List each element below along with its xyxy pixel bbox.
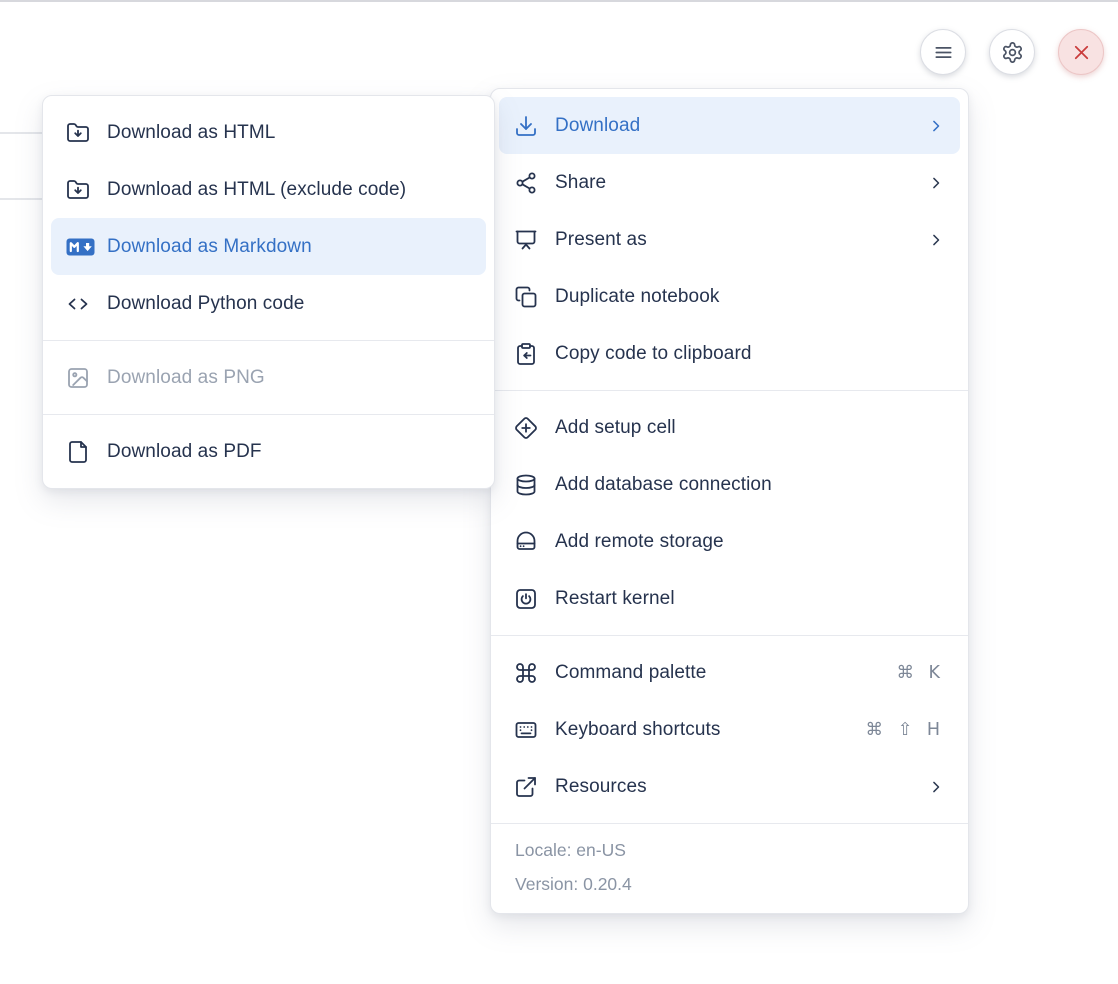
command-icon bbox=[514, 661, 538, 685]
menu-item-label: Resources bbox=[555, 776, 926, 798]
window-top-border bbox=[0, 0, 1118, 2]
submenu-item-download-as-png: Download as PNG bbox=[51, 349, 486, 406]
chevron-right-icon bbox=[926, 116, 946, 136]
menu-item-label: Duplicate notebook bbox=[555, 286, 946, 308]
code-icon bbox=[66, 292, 90, 316]
menu-item-label: Add remote storage bbox=[555, 531, 946, 553]
menu-item-share[interactable]: Share bbox=[499, 154, 960, 211]
menu-item-label: Download as HTML (exclude code) bbox=[107, 179, 472, 201]
menu-section: Download as PNG bbox=[43, 341, 494, 414]
diamond-plus-icon bbox=[514, 416, 538, 440]
chevron-right-icon bbox=[926, 173, 946, 193]
shortcut-hint: ⌘ ⇧ H bbox=[866, 720, 940, 740]
menu-item-command-palette[interactable]: Command palette⌘ K bbox=[499, 644, 960, 701]
duplicate-icon bbox=[514, 285, 538, 309]
gear-icon bbox=[1001, 41, 1024, 64]
menu-item-present-as[interactable]: Present as bbox=[499, 211, 960, 268]
external-link-icon bbox=[514, 775, 538, 799]
menu-item-label: Keyboard shortcuts bbox=[555, 719, 866, 741]
footer-info-1: Version: 0.20.4 bbox=[515, 867, 944, 901]
menu-section: Download as HTML Download as HTML (exclud… bbox=[43, 96, 494, 340]
menu-button[interactable] bbox=[920, 29, 966, 75]
chevron-right-icon bbox=[926, 777, 946, 797]
menu-item-label: Restart kernel bbox=[555, 588, 946, 610]
menu-item-keyboard-shortcuts[interactable]: Keyboard shortcuts⌘ ⇧ H bbox=[499, 701, 960, 758]
presentation-icon bbox=[514, 228, 538, 252]
menu-item-label: Download as Markdown bbox=[107, 236, 472, 258]
hard-drive-icon bbox=[514, 530, 538, 554]
menu-section: Download as PDF bbox=[43, 415, 494, 488]
submenu-item-download-as-markdown[interactable]: Download as Markdown bbox=[51, 218, 486, 275]
submenu-item-download-as-html-exclude-code[interactable]: Download as HTML (exclude code) bbox=[51, 161, 486, 218]
floating-toolbar bbox=[920, 29, 1104, 75]
menu-item-duplicate-notebook[interactable]: Duplicate notebook bbox=[499, 268, 960, 325]
close-icon bbox=[1070, 41, 1093, 64]
menu-item-add-database-connection[interactable]: Add database connection bbox=[499, 456, 960, 513]
folder-down-icon bbox=[66, 121, 90, 145]
page-underlay-line-1 bbox=[0, 132, 42, 134]
database-icon bbox=[514, 473, 538, 497]
footer-info-0: Locale: en-US bbox=[515, 833, 944, 867]
file-icon bbox=[66, 440, 90, 464]
menu-section: Download Share Present as Duplicate noteboo… bbox=[491, 89, 968, 390]
image-icon bbox=[66, 366, 90, 390]
menu-item-label: Download as PNG bbox=[107, 367, 472, 389]
menu-item-label: Share bbox=[555, 172, 926, 194]
menu-item-add-remote-storage[interactable]: Add remote storage bbox=[499, 513, 960, 570]
menu-section: Add setup cell Add database connection Add… bbox=[491, 391, 968, 635]
markdown-icon bbox=[66, 235, 95, 259]
menu-item-download[interactable]: Download bbox=[499, 97, 960, 154]
keyboard-icon bbox=[514, 718, 538, 742]
close-button[interactable] bbox=[1058, 29, 1104, 75]
menu-item-label: Download Python code bbox=[107, 293, 472, 315]
submenu-item-download-as-pdf[interactable]: Download as PDF bbox=[51, 423, 486, 480]
page-underlay-line-2 bbox=[0, 198, 42, 200]
power-icon bbox=[514, 587, 538, 611]
menu-section: Command palette⌘ KKeyboard shortcuts⌘ ⇧ … bbox=[491, 636, 968, 823]
download-icon bbox=[514, 114, 538, 138]
menu-item-label: Add database connection bbox=[555, 474, 946, 496]
submenu-item-download-python-code[interactable]: Download Python code bbox=[51, 275, 486, 332]
download-submenu: Download as HTML Download as HTML (exclud… bbox=[42, 95, 495, 489]
folder-down-icon bbox=[66, 178, 90, 202]
shortcut-hint: ⌘ K bbox=[896, 663, 940, 683]
notebook-actions-menu: Download Share Present as Duplicate noteboo… bbox=[490, 88, 969, 914]
menu-item-copy-code-to-clipboard[interactable]: Copy code to clipboard bbox=[499, 325, 960, 382]
submenu-item-download-as-html[interactable]: Download as HTML bbox=[51, 104, 486, 161]
menu-item-restart-kernel[interactable]: Restart kernel bbox=[499, 570, 960, 627]
menu-item-resources[interactable]: Resources bbox=[499, 758, 960, 815]
settings-button[interactable] bbox=[989, 29, 1035, 75]
hamburger-icon bbox=[932, 41, 955, 64]
chevron-right-icon bbox=[926, 230, 946, 250]
menu-item-label: Download as HTML bbox=[107, 122, 472, 144]
menu-item-label: Add setup cell bbox=[555, 417, 946, 439]
menu-item-add-setup-cell[interactable]: Add setup cell bbox=[499, 399, 960, 456]
menu-item-label: Download as PDF bbox=[107, 441, 472, 463]
share-icon bbox=[514, 171, 538, 195]
menu-item-label: Copy code to clipboard bbox=[555, 343, 946, 365]
menu-item-label: Command palette bbox=[555, 662, 896, 684]
menu-item-label: Download bbox=[555, 115, 926, 137]
clipboard-arrow-icon bbox=[514, 342, 538, 366]
menu-footer: Locale: en-USVersion: 0.20.4 bbox=[491, 823, 968, 913]
menu-item-label: Present as bbox=[555, 229, 926, 251]
